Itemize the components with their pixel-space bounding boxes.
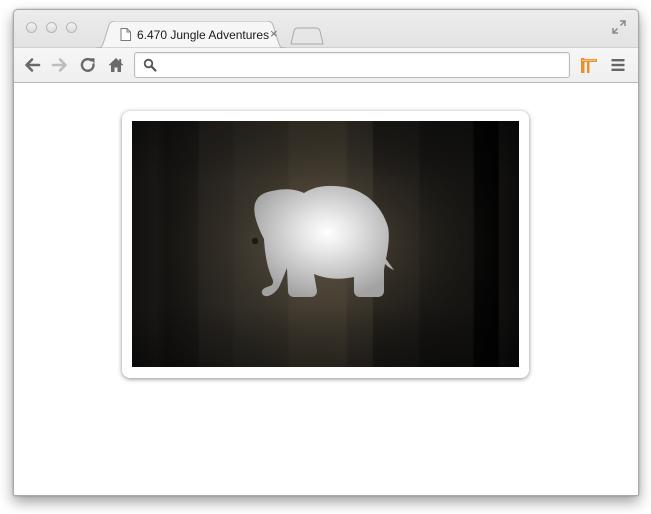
address-bar[interactable]	[134, 52, 570, 78]
tab-title: 6.470 Jungle Adventures	[137, 28, 270, 42]
home-icon[interactable]	[107, 56, 125, 74]
fullscreen-icon[interactable]	[611, 19, 627, 35]
page-icon	[120, 28, 131, 41]
extension-icon[interactable]	[580, 57, 598, 74]
new-tab-button[interactable]	[288, 27, 324, 45]
tab-strip: 6.470 Jungle Adventures ×	[14, 10, 638, 48]
tab-close-icon[interactable]: ×	[270, 27, 278, 41]
reload-icon[interactable]	[79, 56, 97, 74]
forward-arrow-icon[interactable]	[51, 56, 69, 74]
close-window-button[interactable]	[26, 22, 37, 33]
search-icon	[143, 58, 157, 72]
browser-window: 6.470 Jungle Adventures ×	[13, 9, 639, 496]
tab-active[interactable]: 6.470 Jungle Adventures ×	[96, 21, 286, 48]
zoom-window-button[interactable]	[66, 22, 77, 33]
hamburger-menu-icon[interactable]	[611, 58, 625, 72]
page-content	[14, 83, 638, 495]
game-frame	[122, 111, 529, 378]
elephant-eye	[251, 237, 259, 245]
toolbar	[14, 47, 638, 83]
back-arrow-icon[interactable]	[23, 56, 41, 74]
minimize-window-button[interactable]	[46, 22, 57, 33]
jungle-scene	[132, 121, 519, 367]
game-canvas[interactable]	[132, 121, 519, 367]
address-input[interactable]	[161, 56, 561, 74]
